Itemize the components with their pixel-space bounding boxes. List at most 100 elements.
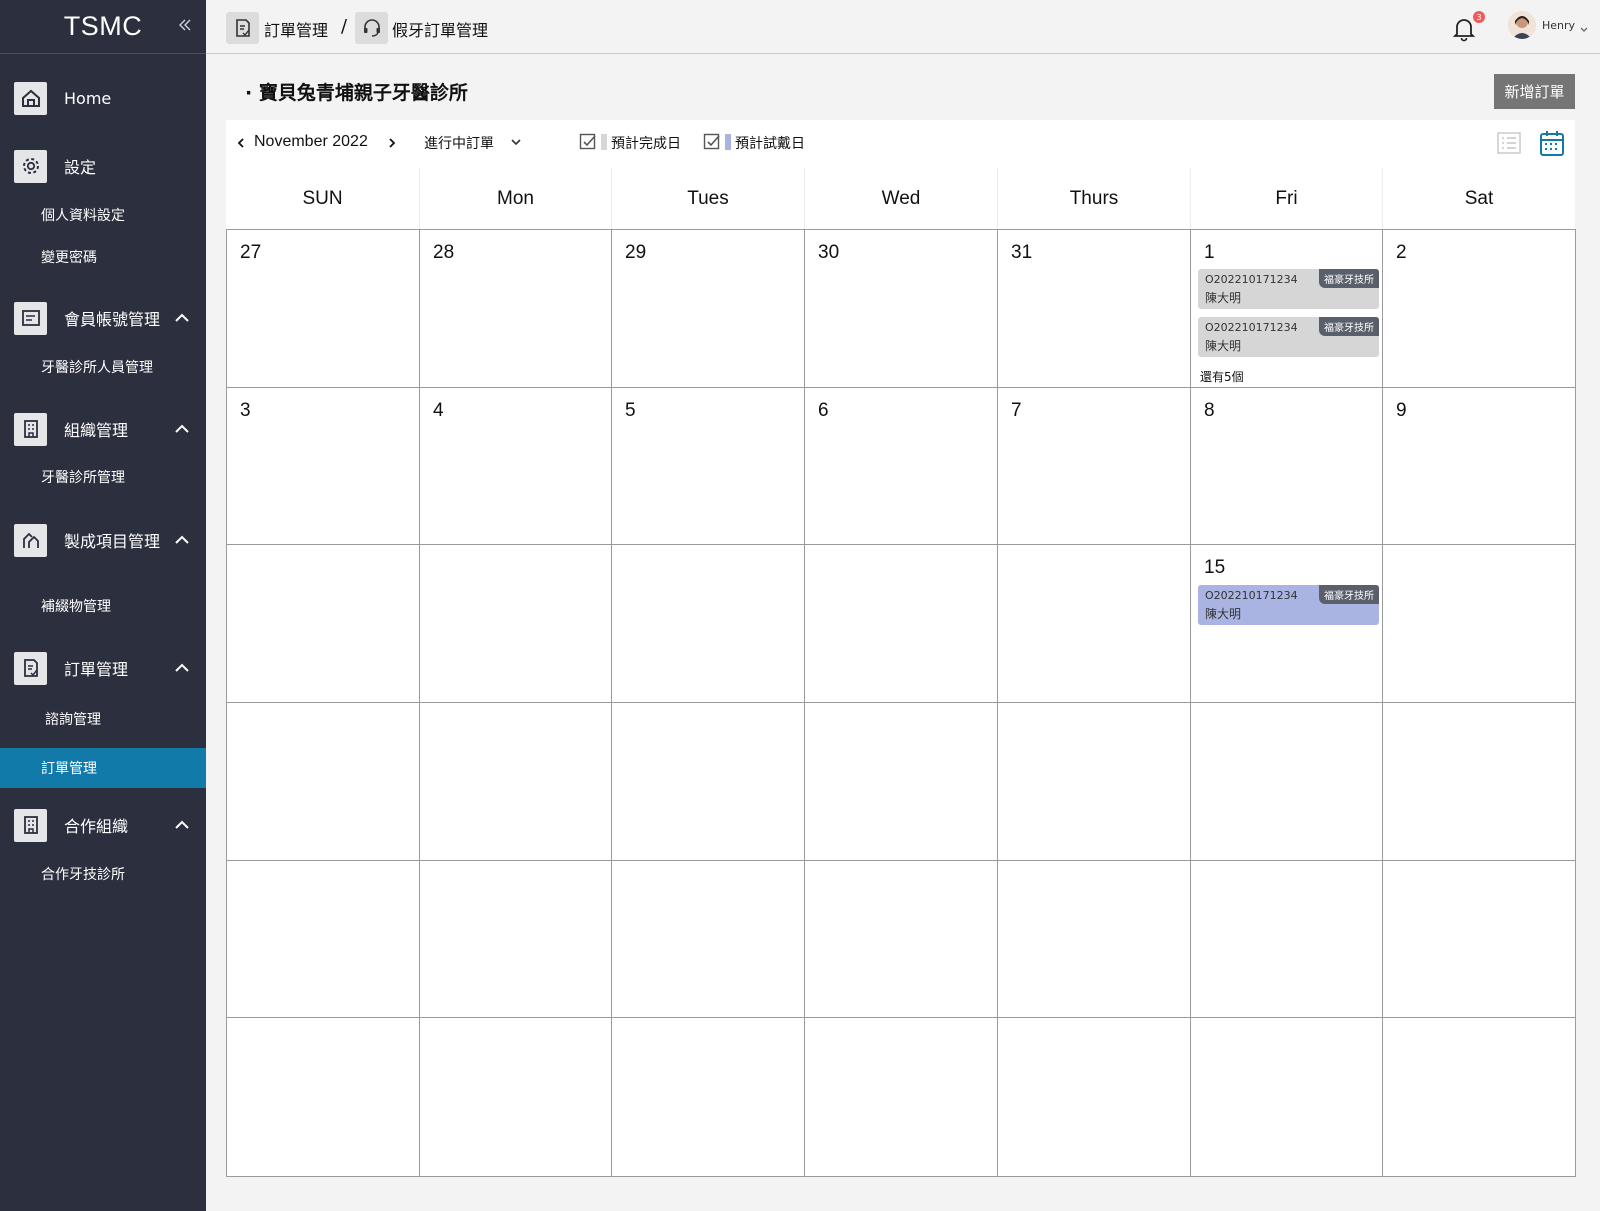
event-patient-name: 陳大明 [1205, 607, 1242, 622]
day-cell[interactable]: 6 [805, 387, 998, 546]
nav-home[interactable]: Home [0, 70, 206, 126]
list-view-icon[interactable] [1494, 128, 1524, 158]
day-cell[interactable]: 9 [1383, 388, 1576, 546]
day-number: 1 [1204, 242, 1215, 263]
day-cell[interactable] [1383, 703, 1576, 861]
day-number: 15 [1204, 557, 1226, 579]
avatar[interactable] [1508, 11, 1536, 39]
day-cell[interactable] [1383, 1018, 1576, 1176]
chevron-down-icon[interactable] [509, 134, 523, 150]
day-cell[interactable]: 27 [227, 230, 420, 388]
nav-sub-profile[interactable]: 個人資料設定 [0, 195, 206, 235]
nav-orders-label: 訂單管理 [64, 660, 129, 679]
weekday-wed: Wed [804, 168, 997, 229]
day-cell[interactable]: 4 [420, 387, 612, 546]
day-number: 30 [818, 242, 840, 263]
day-number: 2 [1396, 242, 1407, 263]
calendar-event[interactable]: O202210171234 陳大明 福豪牙技所 [1198, 269, 1379, 309]
event-lab-tag: 福豪牙技所 [1319, 585, 1379, 605]
weekday-tue: Tues [611, 168, 804, 229]
day-cell[interactable]: 30 [805, 230, 998, 388]
day-cell[interactable] [1383, 861, 1576, 1019]
legend-swatch-completion [601, 134, 607, 150]
user-name[interactable]: Henry [1542, 19, 1575, 32]
day-cell-nov-1[interactable]: 1 O202210171234 陳大明 福豪牙技所 O202210171234 … [1191, 230, 1383, 388]
day-cell[interactable]: 2 [1383, 230, 1576, 388]
nav-orders[interactable]: 訂單管理 [0, 640, 206, 696]
day-cell[interactable] [1191, 1018, 1383, 1176]
day-cell[interactable]: 7 [998, 387, 1191, 546]
day-cell[interactable] [998, 1018, 1191, 1176]
nav-products[interactable]: 製成項目管理 [0, 512, 206, 568]
nav-partners[interactable]: 合作組織 [0, 797, 206, 853]
checkbox-completion-date[interactable] [579, 133, 597, 151]
nav-sub-clinic-management[interactable]: 牙醫診所管理 [0, 457, 206, 497]
sidebar: TSMC Home 設定 個人資料設定 變更密碼 會員帳號管理 牙醫診所人員管理… [0, 0, 206, 1211]
day-cell[interactable]: 8 [1191, 387, 1383, 546]
day-cell[interactable] [998, 703, 1191, 861]
day-cell[interactable] [612, 703, 805, 861]
day-number: 7 [1011, 399, 1022, 421]
add-order-button[interactable]: 新增訂單 [1494, 74, 1575, 109]
day-cell[interactable] [805, 545, 998, 703]
day-cell[interactable] [227, 703, 420, 861]
event-lab-tag: 福豪牙技所 [1319, 269, 1379, 288]
day-cell-nov-15[interactable]: 15 O202210171234 陳大明 福豪牙技所 [1191, 545, 1383, 703]
nav-members-label: 會員帳號管理 [64, 310, 161, 329]
day-cell[interactable] [612, 1018, 805, 1176]
day-number: 29 [625, 242, 647, 263]
day-cell[interactable]: 3 [227, 387, 420, 546]
day-cell[interactable] [805, 703, 998, 861]
more-events-link[interactable]: 還有5個 [1200, 368, 1244, 385]
calendar-event[interactable]: O202210171234 陳大明 福豪牙技所 [1198, 317, 1379, 357]
bell-icon[interactable] [1452, 16, 1476, 42]
breadcrumb-orders[interactable]: 訂單管理 [264, 17, 328, 41]
calendar-event[interactable]: O202210171234 陳大明 福豪牙技所 [1198, 585, 1379, 626]
day-cell[interactable]: 5 [612, 387, 805, 546]
day-cell[interactable] [420, 545, 612, 703]
nav-sub-consultation[interactable]: 諮詢管理 [0, 699, 206, 739]
day-cell[interactable] [1383, 545, 1576, 703]
nav-members[interactable]: 會員帳號管理 [0, 290, 206, 346]
day-cell[interactable] [612, 545, 805, 703]
day-cell[interactable] [420, 703, 612, 861]
day-cell[interactable] [998, 545, 1191, 703]
breadcrumb-denture-orders[interactable]: 假牙訂單管理 [392, 17, 488, 41]
day-cell[interactable] [227, 1018, 420, 1176]
nav-sub-clinic-staff[interactable]: 牙醫診所人員管理 [0, 347, 206, 387]
day-number: 27 [240, 242, 262, 263]
collapse-sidebar-icon[interactable] [174, 14, 196, 36]
checkbox-tryin-date[interactable] [703, 133, 721, 151]
chevron-down-icon[interactable] [1579, 20, 1589, 32]
day-cell[interactable]: 31 [998, 230, 1191, 388]
legend-swatch-tryin [725, 134, 731, 150]
home-icon [14, 81, 47, 115]
day-cell[interactable] [998, 860, 1191, 1019]
brand-logo-text: TSMC [63, 11, 143, 41]
order-status-filter[interactable]: 進行中訂單 [424, 133, 494, 153]
day-cell[interactable] [805, 860, 998, 1019]
nav-settings[interactable]: 設定 [0, 138, 206, 194]
day-cell[interactable] [227, 545, 420, 703]
prev-month-icon[interactable] [232, 133, 250, 153]
order-icon [14, 651, 47, 685]
nav-sub-change-password[interactable]: 變更密碼 [0, 237, 206, 277]
next-month-icon[interactable] [383, 133, 401, 153]
day-cell[interactable] [1191, 860, 1383, 1019]
day-cell[interactable]: 29 [612, 230, 805, 388]
day-cell[interactable] [1191, 703, 1383, 861]
notification-badge: 3 [1473, 11, 1485, 23]
day-cell[interactable]: 28 [420, 230, 612, 388]
day-cell[interactable] [420, 860, 612, 1019]
nav-sub-partner-labs[interactable]: 合作牙技診所 [0, 854, 206, 894]
calendar-view-icon[interactable] [1537, 128, 1567, 158]
nav-sub-prosthesis[interactable]: 補綴物管理 [0, 586, 206, 626]
nav-organization[interactable]: 組織管理 [0, 401, 206, 457]
day-cell[interactable] [805, 1018, 998, 1176]
day-cell[interactable] [227, 860, 420, 1019]
nav-sub-order-management[interactable]: 訂單管理 [0, 748, 206, 788]
day-cell[interactable] [612, 860, 805, 1019]
day-cell[interactable] [420, 1018, 612, 1176]
member-card-icon [14, 301, 47, 335]
day-number: 4 [433, 399, 444, 421]
